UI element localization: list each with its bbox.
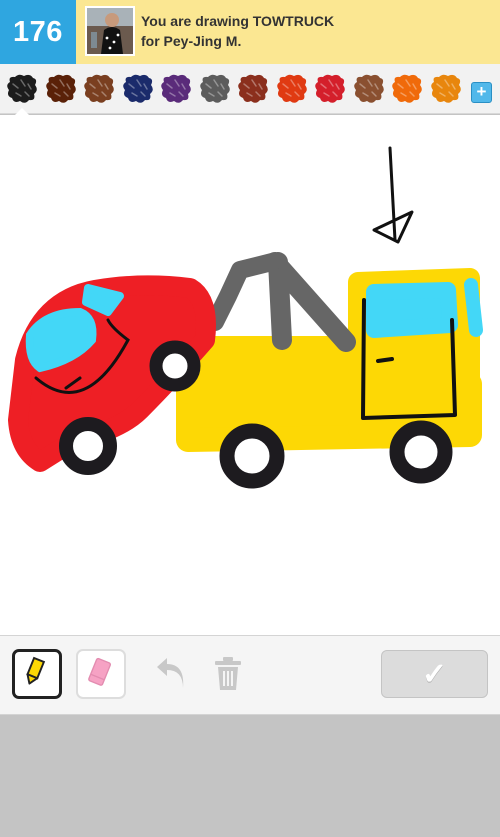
opponent-avatar (85, 6, 135, 56)
eraser-icon (88, 657, 112, 686)
checkmark-icon: ✓ (421, 657, 448, 691)
car-rear-wheel (59, 417, 117, 475)
color-swatch[interactable] (120, 72, 156, 106)
draw-something-screen: 176 You are drawing TOWTRUCK for Pey-Jin… (0, 0, 500, 837)
door-handle-stroke (376, 357, 394, 363)
turn-header: 176 You are drawing TOWTRUCK for Pey-Jin… (0, 0, 500, 64)
color-swatch[interactable] (312, 72, 348, 106)
color-swatch[interactable] (235, 72, 271, 106)
color-swatch[interactable] (274, 72, 310, 106)
drawing-artwork (8, 146, 483, 489)
prompt-word: You are drawing TOWTRUCK (141, 13, 335, 29)
color-palette (0, 64, 500, 114)
color-swatch[interactable] (197, 72, 233, 106)
clear-canvas-button[interactable] (212, 656, 244, 692)
arrow-stroke (372, 146, 414, 244)
done-button[interactable]: ✓ (381, 650, 488, 698)
undo-button[interactable] (155, 656, 187, 692)
color-swatch[interactable] (158, 72, 194, 106)
drawing-prompt: You are drawing TOWTRUCK for Pey-Jing M. (141, 11, 334, 51)
truck-hitch-stroke (179, 336, 369, 404)
cab-window-stroke (366, 282, 458, 338)
color-swatch[interactable] (351, 72, 387, 106)
mirror-stroke (464, 278, 483, 337)
car-front-wheel (149, 340, 201, 392)
trash-icon (215, 657, 241, 690)
undo-icon (157, 658, 184, 688)
car-rear-window-stroke (82, 284, 124, 316)
prompt-recipient: for Pey-Jing M. (141, 33, 242, 49)
crane-hook-stroke (206, 253, 281, 331)
color-swatch[interactable] (428, 72, 464, 106)
color-swatch[interactable] (389, 72, 425, 106)
truck-front-wheel (389, 420, 453, 484)
selected-color-pointer (15, 108, 29, 115)
pencil-tool-button[interactable] (12, 649, 62, 699)
color-swatch[interactable] (4, 72, 40, 106)
truck-rear-wheel (219, 423, 285, 489)
color-swatch[interactable] (81, 72, 117, 106)
pencil-icon (26, 656, 46, 685)
add-color-button[interactable]: + (471, 82, 492, 103)
plus-icon: + (476, 82, 487, 101)
eraser-tool-button[interactable] (76, 649, 126, 699)
color-swatch[interactable] (43, 72, 79, 106)
score-badge: 176 (0, 0, 76, 64)
drawing-canvas[interactable] (0, 115, 500, 635)
crane-boom-stroke (265, 252, 356, 352)
drawing-toolbar: ✓ (0, 635, 500, 715)
